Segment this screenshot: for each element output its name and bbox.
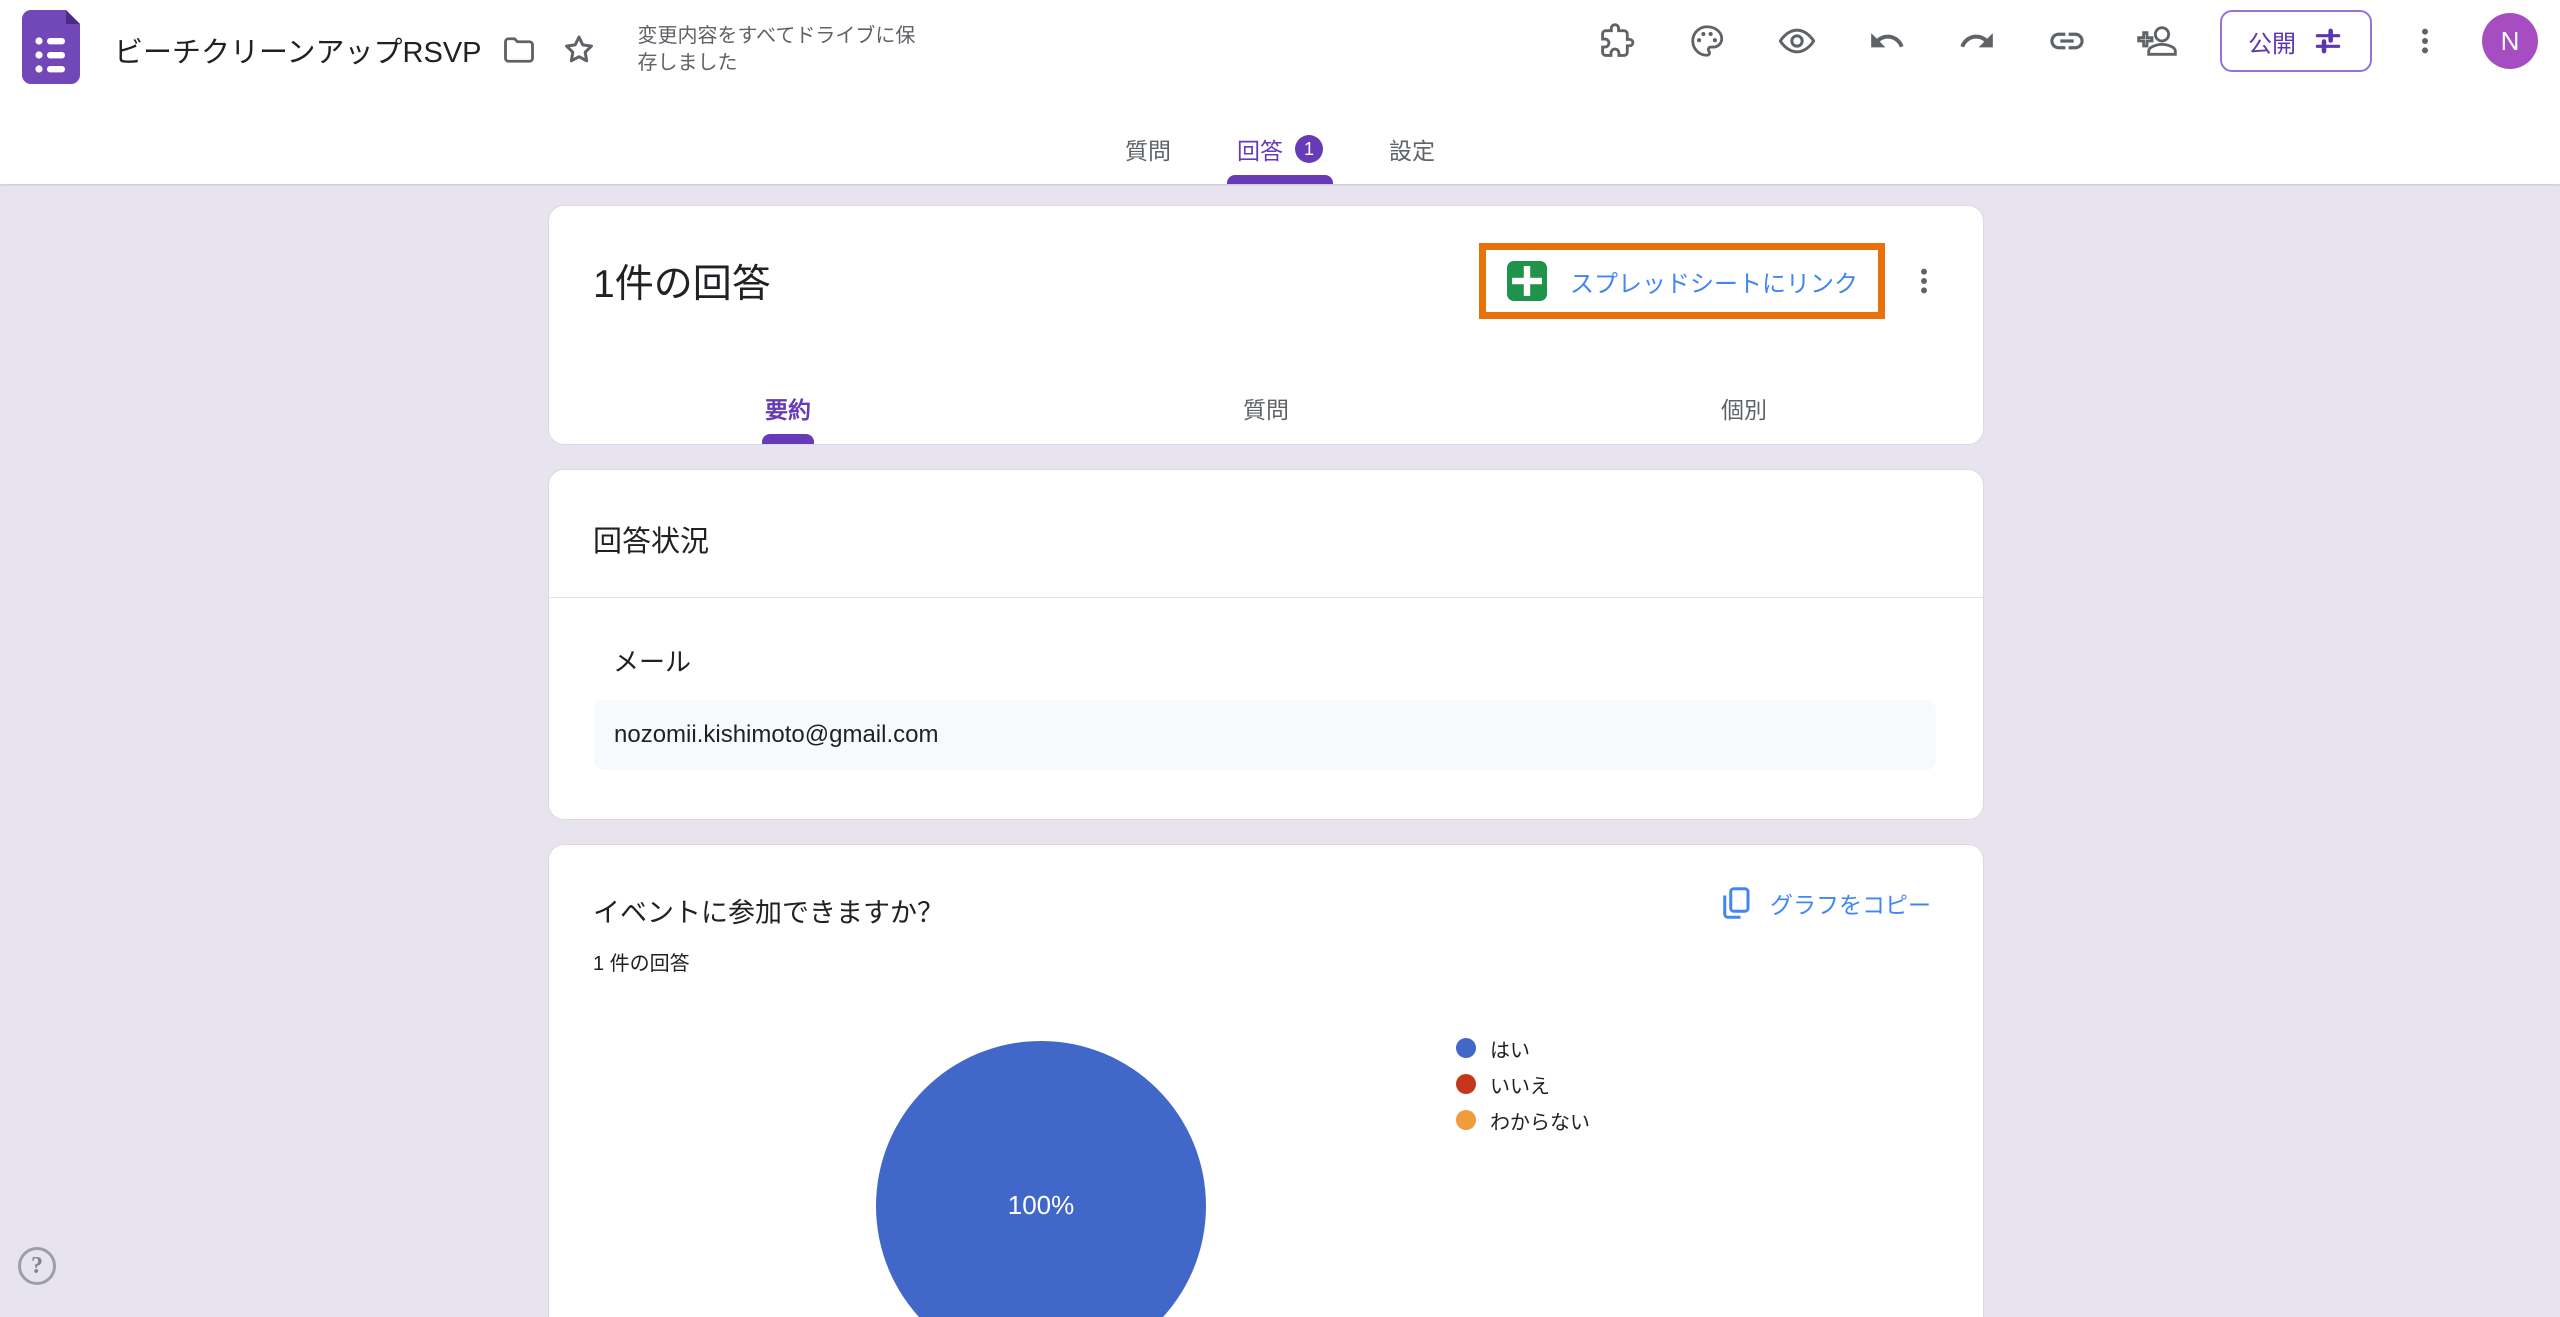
tab-responses[interactable]: 回答 1 (1227, 114, 1333, 184)
subtab-summary-label: 要約 (765, 391, 811, 425)
legend-dot-yes (1456, 1038, 1476, 1058)
summary-more-options-button[interactable] (1901, 258, 1947, 304)
legend-label-yes: はい (1490, 1034, 1530, 1063)
copy-chart-button[interactable]: グラフをコピー (1718, 885, 1931, 921)
question-title: イベントに参加できますか？ (593, 891, 944, 930)
more-options-button[interactable] (2402, 18, 2448, 64)
question-response-count: 1 件の回答 (593, 947, 690, 976)
active-subtab-indicator (762, 434, 814, 444)
customize-theme-button[interactable] (1684, 18, 1730, 64)
link-to-sheets-label: スプレッドシートにリンク (1570, 264, 1858, 299)
copy-link-button[interactable] (2044, 18, 2090, 64)
tab-questions[interactable]: 質問 (1115, 114, 1181, 184)
tab-settings[interactable]: 設定 (1379, 114, 1445, 184)
tab-settings-label: 設定 (1389, 132, 1435, 166)
folder-icon (501, 32, 537, 68)
copy-chart-label: グラフをコピー (1770, 886, 1931, 920)
undo-icon (1868, 22, 1906, 60)
account-avatar[interactable]: N (2482, 13, 2538, 69)
document-title[interactable]: ビーチクリーンアップRSVP (114, 29, 482, 71)
app-header: ビーチクリーンアップRSVP 変更内容をすべてドライブに保存しました (0, 0, 2560, 184)
subtab-summary[interactable]: 要約 (549, 372, 1027, 444)
responses-summary-header: 1件の回答 スプレッドシートにリンク (593, 206, 1947, 356)
publish-label: 公開 (2248, 24, 2296, 59)
chart-legend: はい いいえ わからない (1456, 1030, 1590, 1138)
palette-icon (1688, 22, 1726, 60)
subtab-individual-label: 個別 (1721, 391, 1767, 425)
pie-slice-yes (876, 1041, 1206, 1317)
email-field-label: メール (613, 642, 691, 679)
move-to-folder-button[interactable] (496, 27, 542, 73)
publish-button[interactable]: 公開 (2220, 10, 2372, 72)
redo-icon (1958, 22, 1996, 60)
preview-eye-icon (1777, 21, 1817, 61)
undo-button[interactable] (1864, 18, 1910, 64)
summary-subtabs: 要約 質問 個別 (549, 372, 1983, 444)
tab-responses-label: 回答 (1237, 132, 1283, 166)
responses-count-badge: 1 (1295, 135, 1323, 163)
preview-button[interactable] (1774, 18, 1820, 64)
pie-chart: 100% (876, 1041, 1206, 1317)
responses-count-title: 1件の回答 (593, 253, 771, 309)
question-summary-card: イベントに参加できますか？ グラフをコピー 1 件の回答 100% はい (548, 844, 1984, 1317)
kebab-menu-icon (1907, 264, 1941, 298)
email-value: nozomii.kishimoto@gmail.com (614, 721, 938, 749)
subtab-question-label: 質問 (1243, 391, 1289, 425)
response-status-title: 回答状況 (593, 518, 709, 560)
extensions-puzzle-icon (1598, 22, 1636, 60)
responses-summary-card: 1件の回答 スプレッドシートにリンク (548, 205, 1984, 445)
legend-label-no: いいえ (1490, 1070, 1550, 1099)
add-collaborators-button[interactable] (2134, 18, 2180, 64)
copy-chart-icon (1718, 885, 1754, 921)
active-tab-indicator (1227, 175, 1333, 184)
legend-label-unknown: わからない (1490, 1106, 1590, 1135)
highlight-annotation-box: スプレッドシートにリンク (1479, 243, 1885, 319)
sheets-icon (1506, 260, 1548, 302)
google-forms-responses-page: ビーチクリーンアップRSVP 変更内容をすべてドライブに保存しました (0, 0, 2560, 1317)
legend-dot-unknown (1456, 1110, 1476, 1130)
subtab-individual[interactable]: 個別 (1505, 372, 1983, 444)
help-button[interactable]: ? (18, 1247, 56, 1285)
save-status[interactable]: 変更内容をすべてドライブに保存しました (638, 23, 924, 77)
star-button[interactable] (556, 27, 602, 73)
forms-logo-icon (22, 10, 80, 84)
header-right-group: 公開 N (1594, 10, 2538, 72)
kebab-menu-icon (2408, 24, 2442, 58)
legend-dot-no (1456, 1074, 1476, 1094)
person-add-icon (2137, 21, 2177, 61)
header-left-group: ビーチクリーンアップRSVP 変更内容をすべてドライブに保存しました (22, 10, 924, 89)
link-to-sheets-button[interactable]: スプレッドシートにリンク (1506, 260, 1858, 302)
redo-button[interactable] (1954, 18, 2000, 64)
subtab-question[interactable]: 質問 (1027, 372, 1505, 444)
add-ons-button[interactable] (1594, 18, 1640, 64)
link-icon (2047, 21, 2087, 61)
legend-item-no: いいえ (1456, 1066, 1590, 1102)
responses-summary-actions: スプレッドシートにリンク (1479, 243, 1947, 319)
main-tabs: 質問 回答 1 設定 (0, 114, 2560, 184)
legend-item-yes: はい (1456, 1030, 1590, 1066)
tune-icon (2312, 25, 2344, 57)
forms-logo[interactable] (22, 10, 80, 89)
email-value-box: nozomii.kishimoto@gmail.com (594, 700, 1936, 770)
pie-slice-label: 100% (1008, 1190, 1075, 1220)
response-status-card: 回答状況 メール nozomii.kishimoto@gmail.com (548, 469, 1984, 820)
card-divider (549, 597, 1983, 598)
legend-item-unknown: わからない (1456, 1102, 1590, 1138)
tab-questions-label: 質問 (1125, 132, 1171, 166)
star-icon (560, 31, 598, 69)
